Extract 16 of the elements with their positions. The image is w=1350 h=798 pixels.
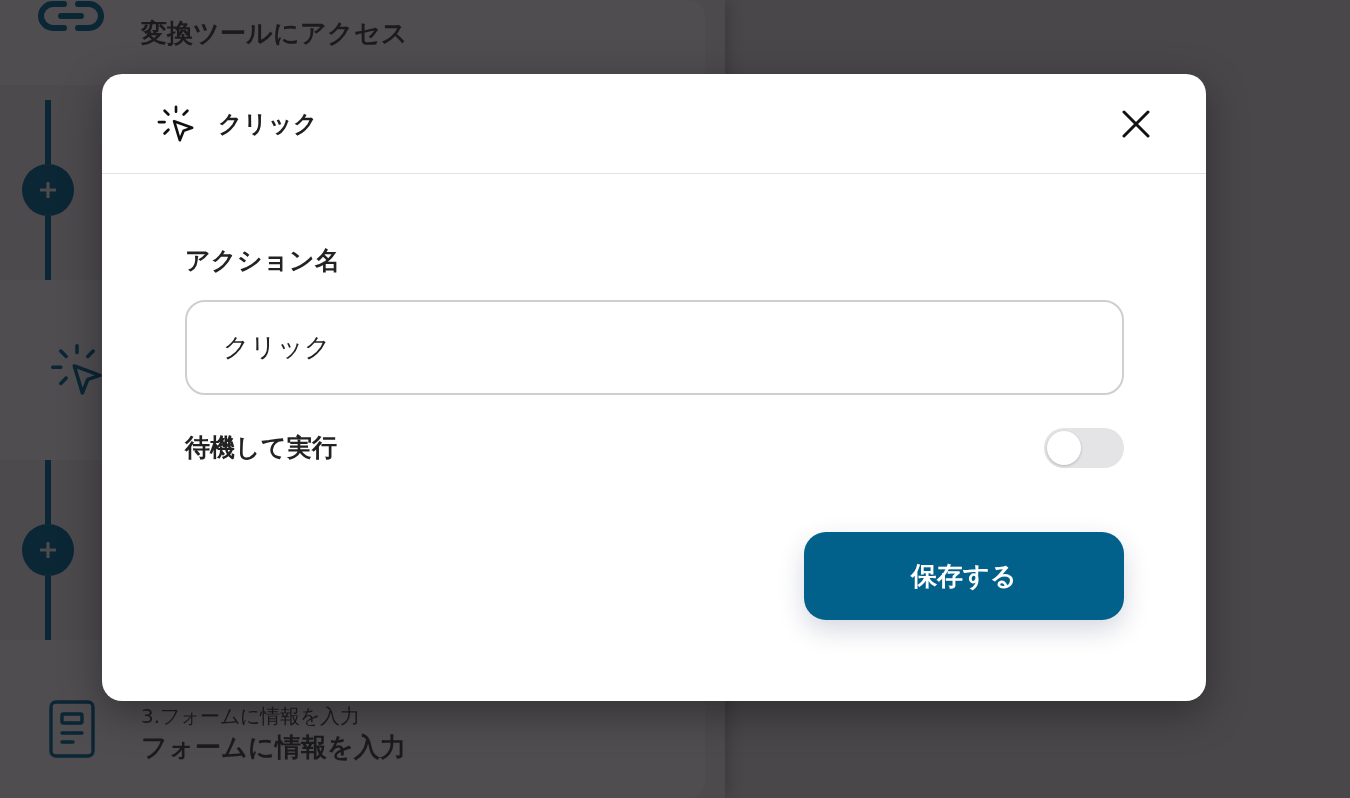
input-field[interactable]: クリック [185, 300, 1124, 395]
plus-icon [40, 542, 56, 558]
toggle-switch[interactable] [1044, 428, 1124, 468]
close-button[interactable] [1122, 109, 1150, 138]
plus-icon [40, 182, 56, 198]
document-icon [48, 700, 95, 758]
cursor-click-icon [157, 104, 195, 143]
add-step-button[interactable] [22, 164, 74, 216]
field-label: アクション名 [185, 247, 340, 275]
save-button[interactable]: 保存する [804, 532, 1124, 620]
toggle-label: 待機して実行 [185, 434, 337, 462]
close-icon [1122, 109, 1150, 138]
link-icon [35, 0, 106, 32]
dialog-title: クリック [218, 108, 318, 140]
add-step-button[interactable] [22, 524, 74, 576]
cursor-click-icon [49, 343, 104, 397]
